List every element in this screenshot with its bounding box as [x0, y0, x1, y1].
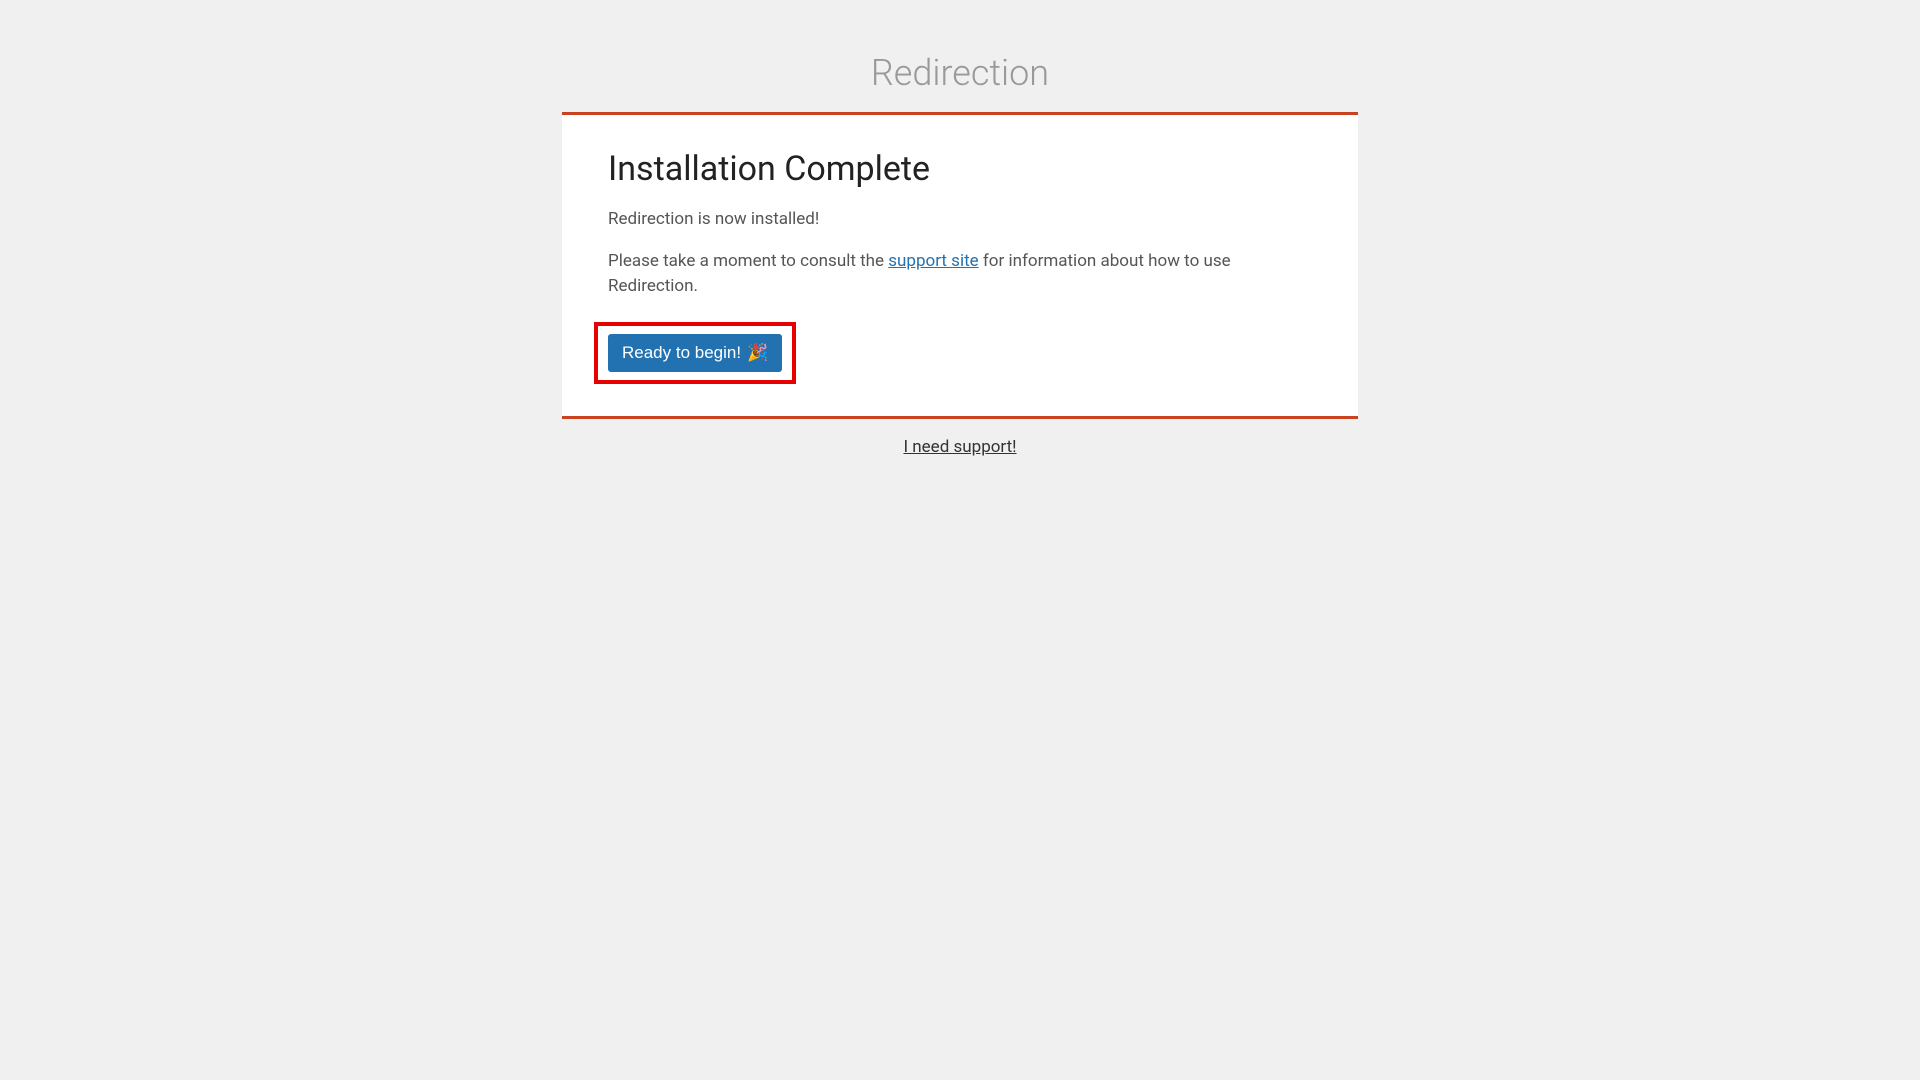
- party-popper-icon: 🎉: [747, 343, 768, 363]
- support-site-link[interactable]: support site: [888, 251, 978, 271]
- intro-text: Redirection is now installed!: [608, 207, 1312, 233]
- consult-prefix: Please take a moment to consult the: [608, 251, 888, 271]
- need-support-link[interactable]: I need support!: [562, 437, 1358, 457]
- installation-card: Installation Complete Redirection is now…: [562, 112, 1358, 419]
- ready-to-begin-button[interactable]: Ready to begin! 🎉: [608, 334, 782, 372]
- consult-text: Please take a moment to consult the supp…: [608, 249, 1312, 300]
- button-label: Ready to begin!: [622, 343, 741, 363]
- highlight-box: Ready to begin! 🎉: [594, 322, 796, 384]
- main-container: Redirection Installation Complete Redire…: [562, 0, 1358, 457]
- page-title: Redirection: [562, 52, 1358, 94]
- card-heading: Installation Complete: [608, 149, 1312, 189]
